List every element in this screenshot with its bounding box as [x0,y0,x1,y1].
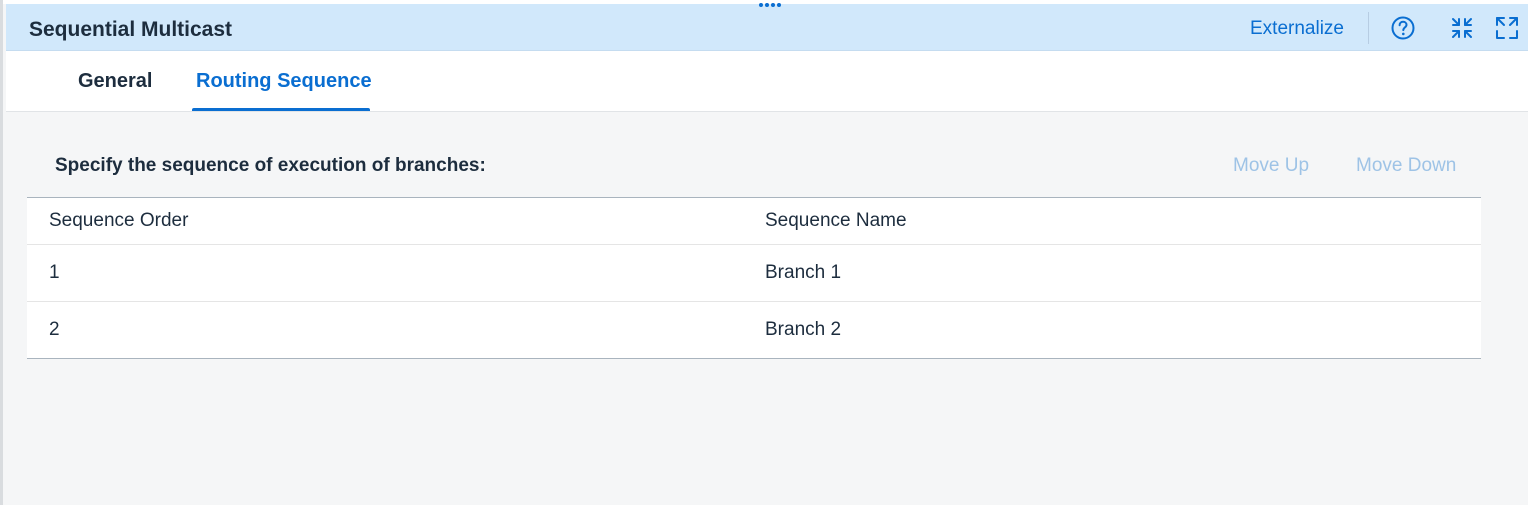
collapse-icon[interactable] [1448,14,1476,42]
expand-icon[interactable] [1493,14,1521,42]
sequence-order-cell: 1 [49,262,60,283]
tab-bar: General Routing Sequence [6,51,1528,112]
sequence-table: Sequence Order Sequence Name 1 Branch 1 … [27,197,1481,359]
help-icon[interactable] [1389,14,1417,42]
externalize-button[interactable]: Externalize [1250,18,1344,40]
tab-general[interactable]: General [78,70,152,93]
tab-routing-sequence[interactable]: Routing Sequence [196,70,372,93]
column-header-sequence-order: Sequence Order [49,210,189,231]
resize-grip[interactable] [759,3,781,9]
sequence-order-cell: 2 [49,319,60,340]
dialog-header: Sequential Multicast Externalize [6,4,1528,51]
move-up-button[interactable]: Move Up [1233,155,1309,177]
sequence-name-cell: Branch 1 [765,262,842,283]
move-down-button[interactable]: Move Down [1356,155,1456,177]
table-header-row: Sequence Order Sequence Name [27,198,1481,245]
table-row[interactable]: 1 Branch 1 [27,245,1481,302]
column-header-sequence-name: Sequence Name [765,210,907,231]
sequence-name-cell: Branch 2 [765,319,842,340]
dialog-frame: Sequential Multicast Externalize General… [0,0,1528,505]
page-title: Sequential Multicast [29,18,233,41]
routing-instructions: Specify the sequence of execution of bra… [55,155,486,176]
table-row[interactable]: 2 Branch 2 [27,302,1481,358]
header-divider [1368,12,1369,44]
selected-tab-indicator [192,108,370,111]
